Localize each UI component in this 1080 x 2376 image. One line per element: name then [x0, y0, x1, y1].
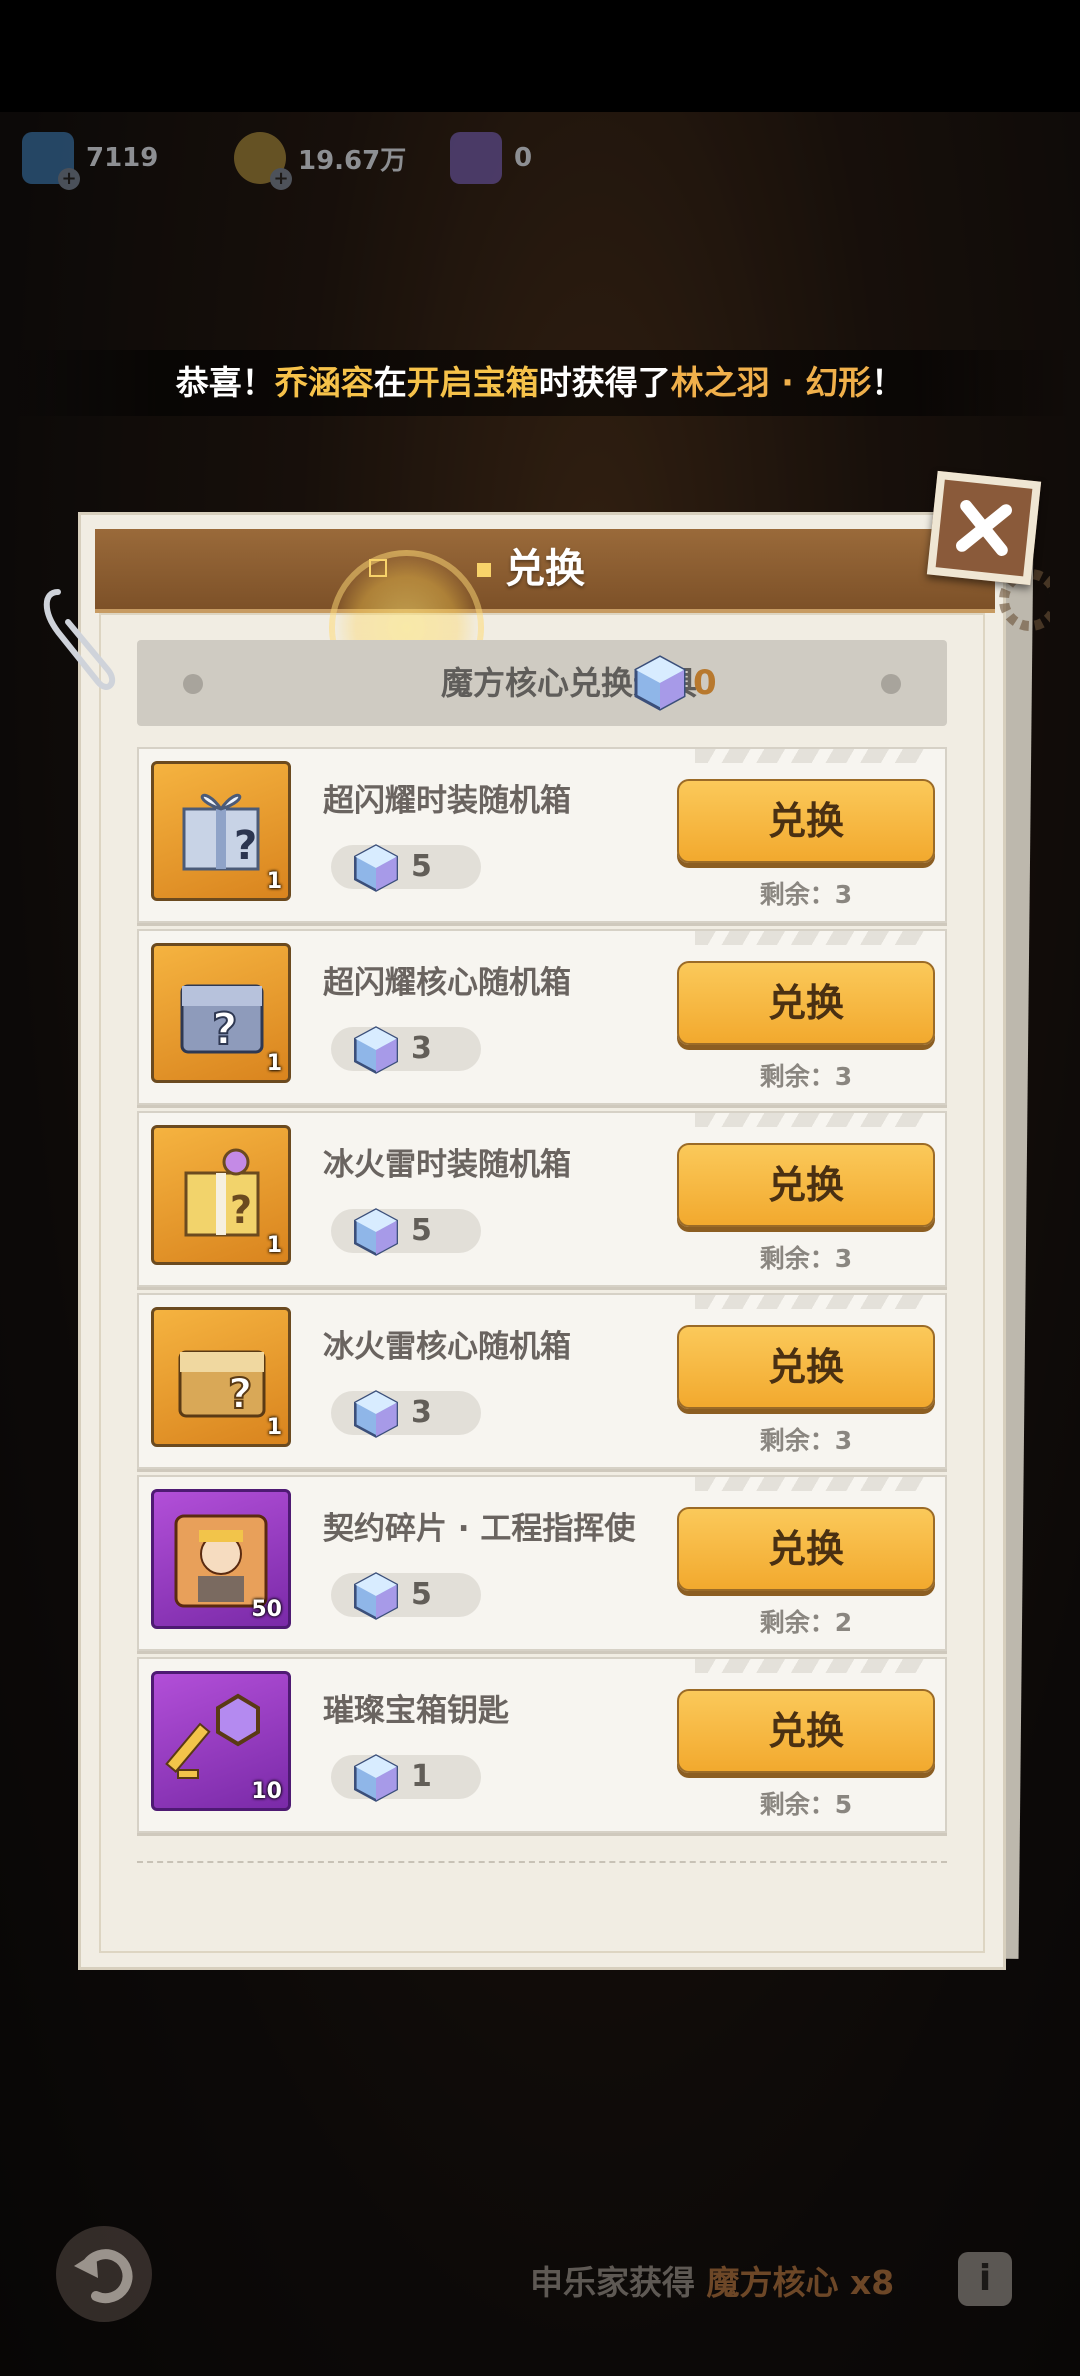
remaining-count: 剩余：5: [759, 1790, 853, 1819]
bottom-broadcast: 申乐家获得 魔方核心 x8: [530, 2256, 894, 2304]
item-cost: 5: [411, 849, 432, 884]
broadcast-action: 开启宝箱: [406, 363, 539, 402]
list-end-divider: [137, 1861, 947, 1863]
back-arrow-icon: [74, 2249, 133, 2304]
exchange-row: 10 璀璨宝箱钥匙 1 兑换 剩余：5: [137, 1657, 947, 1833]
exchange-button[interactable]: 兑换: [677, 1143, 935, 1227]
item-cost: 3: [411, 1395, 432, 1430]
silver-mystery-chest-icon[interactable]: ? 1: [151, 943, 291, 1083]
close-icon: [956, 500, 1012, 556]
info-icon: i: [978, 2258, 992, 2299]
band-dot-right: [881, 674, 901, 694]
exchange-button[interactable]: 兑换: [677, 1507, 935, 1591]
cube-core-icon: [631, 654, 689, 716]
exchange-dialog: 兑换 魔方核心兑换道具 0 ? 1 超闪耀时装随机箱 5 兑换 剩余：3 ? 1…: [78, 512, 1006, 1970]
coin-icon: +: [234, 132, 292, 190]
broadcast-text: 时获得了: [538, 363, 671, 402]
item-name: 冰火雷时装随机箱: [323, 1147, 571, 1183]
cube-core-icon: [351, 1025, 401, 1079]
currency-coin[interactable]: + 19.67万: [234, 128, 407, 190]
puzzle-portrait-icon[interactable]: 50: [151, 1489, 291, 1629]
back-button[interactable]: [56, 2226, 152, 2322]
broadcast-player: 乔涵容: [274, 363, 374, 402]
exchange-button[interactable]: 兑换: [677, 1689, 935, 1773]
remaining-count: 剩余：3: [759, 1062, 853, 1091]
cost-pill: 5: [331, 1208, 481, 1256]
currency-value: 0: [514, 143, 533, 173]
broadcast-prefix: 恭喜！: [175, 363, 275, 402]
broadcast-suffix: ！: [871, 363, 905, 402]
item-name: 超闪耀核心随机箱: [323, 965, 571, 1001]
currency-card[interactable]: + 7119: [22, 128, 159, 190]
paperclip-icon: [38, 582, 118, 706]
exchange-row: ? 1 超闪耀时装随机箱 5 兑换 剩余：3: [137, 747, 947, 923]
item-quantity: 1: [266, 1233, 282, 1258]
cube-core-icon: [351, 1753, 401, 1807]
item-quantity: 1: [266, 869, 282, 894]
item-cost: 3: [411, 1031, 432, 1066]
cost-pill: 5: [331, 844, 481, 892]
currency-value: 19.67万: [298, 145, 407, 176]
exchange-row: 50 契约碎片 · 工程指挥使 5 兑换 剩余：2: [137, 1475, 947, 1651]
remaining-count: 剩余：2: [759, 1608, 853, 1637]
cost-pill: 3: [331, 1026, 481, 1074]
glow-sparkle: [369, 559, 387, 577]
item-cost: 5: [411, 1213, 432, 1248]
exchange-row: ? 1 冰火雷时装随机箱 5 兑换 剩余：3: [137, 1111, 947, 1287]
item-quantity: 1: [266, 1051, 282, 1076]
remaining-count: 剩余：3: [759, 1244, 853, 1273]
info-button[interactable]: i: [958, 2252, 1012, 2306]
item-name: 璀璨宝箱钥匙: [323, 1693, 509, 1729]
bottom-broadcast-text: 申乐家获得: [530, 2263, 695, 2302]
item-quantity: 50: [251, 1597, 282, 1622]
currency-header-band: 魔方核心兑换道具 0: [137, 640, 947, 726]
svg-text:?: ?: [230, 1188, 252, 1232]
card-icon: +: [22, 132, 80, 190]
band-count: 0: [693, 663, 717, 703]
svg-text:?: ?: [234, 823, 257, 869]
ticket-icon: [450, 132, 502, 184]
remaining-count: 剩余：3: [759, 880, 853, 909]
cube-core-icon: [351, 843, 401, 897]
cost-pill: 1: [331, 1754, 481, 1802]
silver-gift-box-icon[interactable]: ? 1: [151, 761, 291, 901]
gold-mystery-chest-icon[interactable]: ? 1: [151, 1307, 291, 1447]
cube-core-icon: [351, 1207, 401, 1261]
dialog-title-bar: 兑换: [95, 529, 995, 613]
broadcast-text: 在: [373, 363, 407, 402]
exchange-button[interactable]: 兑换: [677, 961, 935, 1045]
bottom-broadcast-item: 魔方核心 x8: [706, 2263, 895, 2302]
svg-text:?: ?: [228, 1369, 252, 1418]
remaining-count: 剩余：3: [759, 1426, 853, 1455]
currency-value: 7119: [86, 143, 159, 173]
item-quantity: 10: [251, 1779, 282, 1804]
band-label: 魔方核心兑换道具: [440, 664, 697, 702]
currency-ticket[interactable]: 0: [450, 128, 532, 188]
close-button[interactable]: [926, 470, 1042, 586]
dialog-title: 兑换: [505, 546, 585, 592]
item-name: 超闪耀时装随机箱: [323, 783, 571, 819]
exchange-button[interactable]: 兑换: [677, 779, 935, 863]
glow-sparkle: [477, 563, 491, 577]
exchange-button[interactable]: 兑换: [677, 1325, 935, 1409]
item-cost: 5: [411, 1577, 432, 1612]
purple-key-icon[interactable]: 10: [151, 1671, 291, 1811]
svg-text:?: ?: [212, 1004, 238, 1055]
gold-gift-box-icon[interactable]: ? 1: [151, 1125, 291, 1265]
item-quantity: 1: [266, 1415, 282, 1440]
exchange-row: ? 1 超闪耀核心随机箱 3 兑换 剩余：3: [137, 929, 947, 1105]
item-name: 冰火雷核心随机箱: [323, 1329, 571, 1365]
exchange-row: ? 1 冰火雷核心随机箱 3 兑换 剩余：3: [137, 1293, 947, 1469]
item-name: 契约碎片 · 工程指挥使: [323, 1511, 636, 1547]
broadcast-reward: 林之羽 · 幻形: [670, 363, 872, 402]
cost-pill: 5: [331, 1572, 481, 1620]
item-cost: 1: [411, 1759, 432, 1794]
cube-core-icon: [351, 1389, 401, 1443]
cube-core-icon: [351, 1571, 401, 1625]
broadcast-banner: 恭喜！乔涵容在开启宝箱时获得了林之羽 · 幻形！: [0, 350, 1080, 416]
cost-pill: 3: [331, 1390, 481, 1438]
currency-bar: + 7119 + 19.67万 0: [0, 128, 1080, 190]
